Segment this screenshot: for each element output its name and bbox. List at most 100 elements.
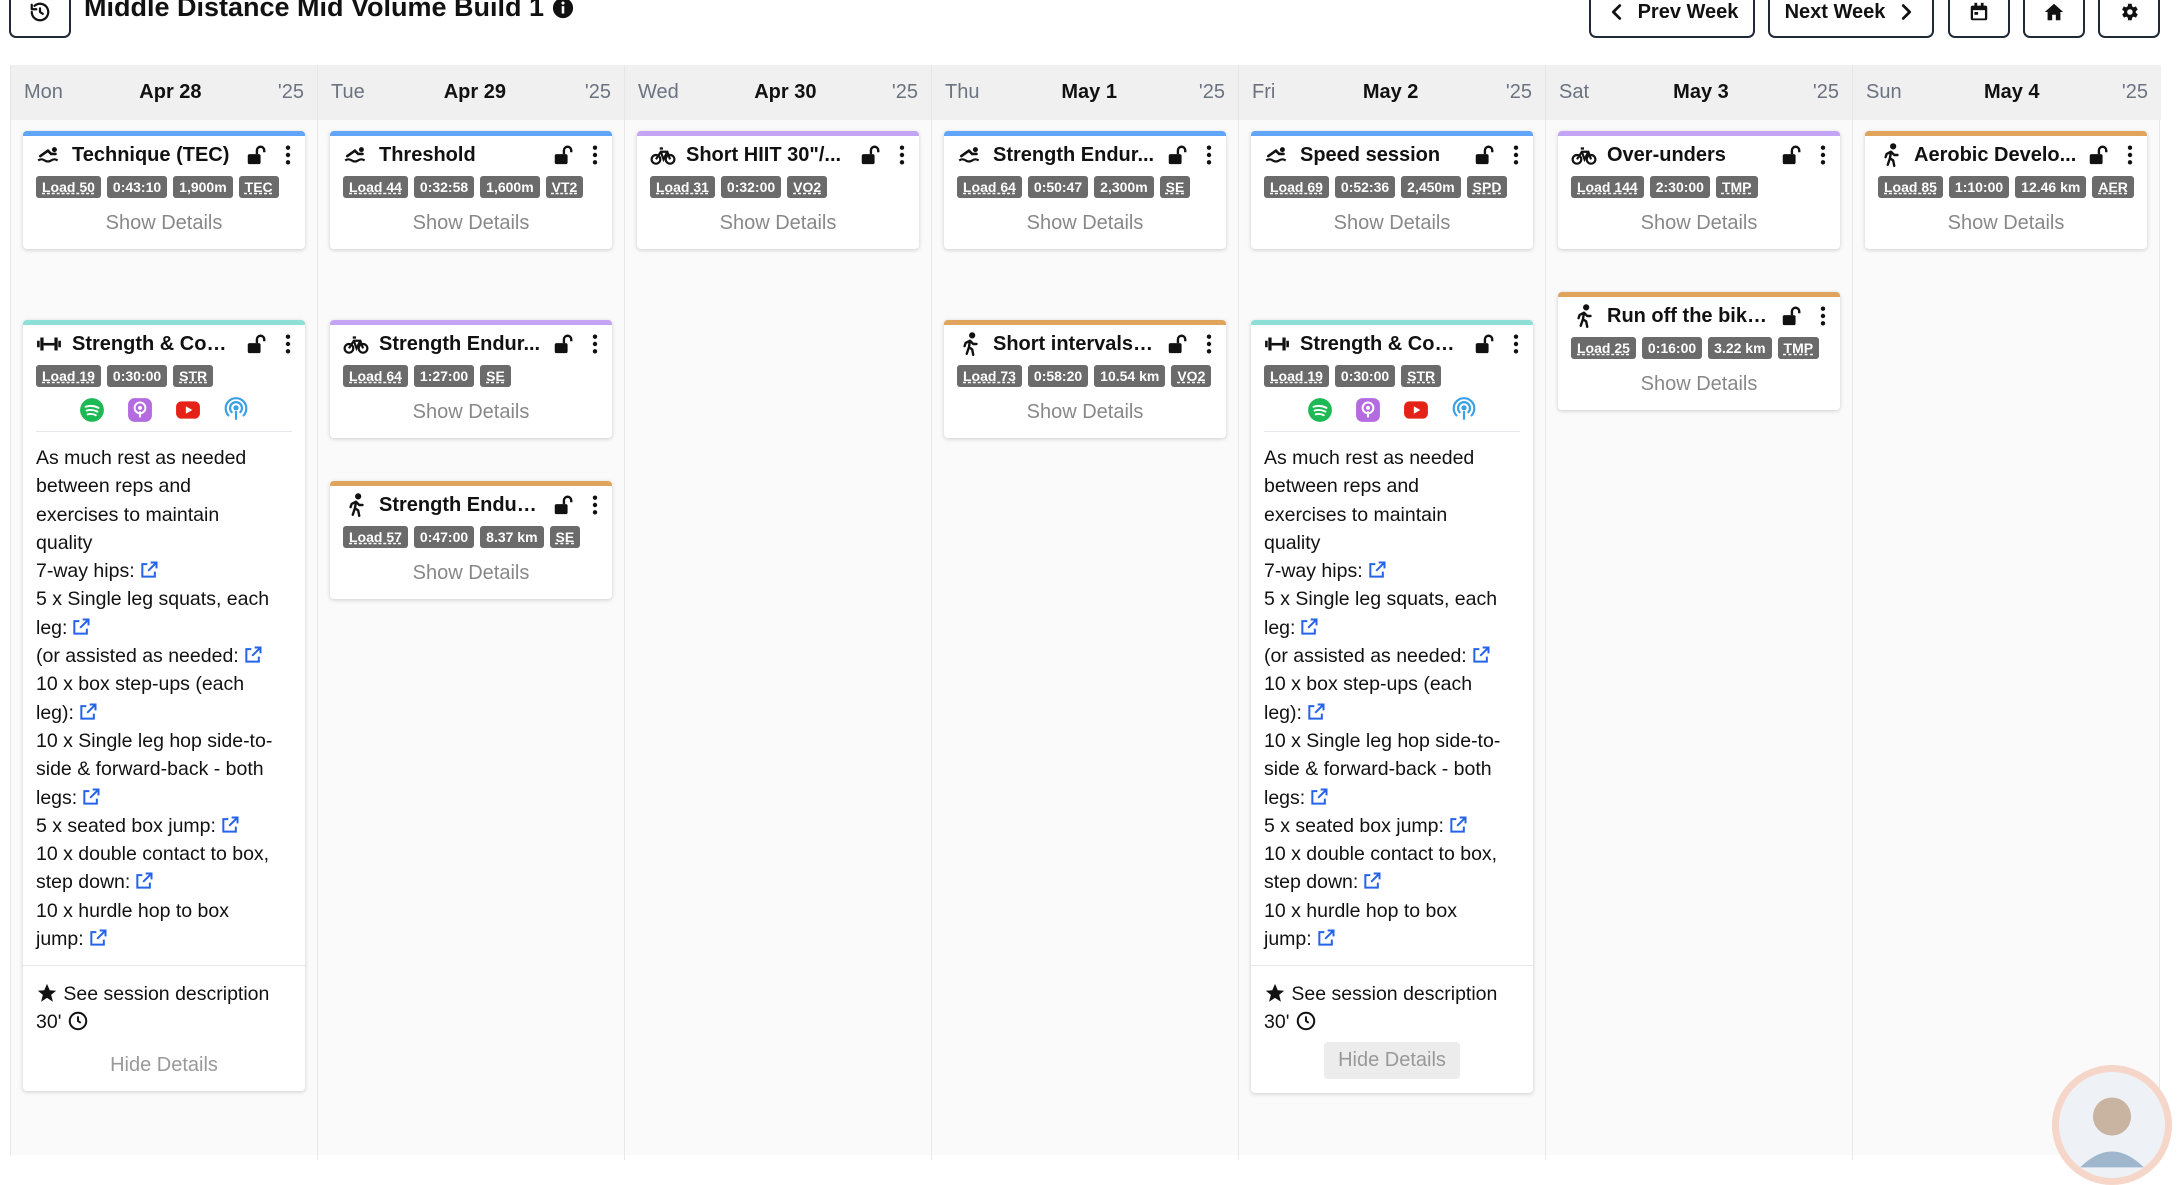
more-options-icon[interactable] — [590, 144, 600, 166]
external-link-icon[interactable] — [1471, 645, 1491, 665]
podcasts-icon[interactable] — [127, 397, 153, 423]
workout-card[interactable]: Strength Endura... Load 57 0:47:00 8.37 … — [330, 481, 612, 599]
see-description-label: See session description — [63, 983, 270, 1006]
unlock-icon[interactable] — [1473, 333, 1495, 355]
show-details-button[interactable]: Show Details — [330, 198, 612, 249]
info-icon[interactable] — [552, 0, 574, 19]
broadcast-icon[interactable] — [1451, 397, 1477, 423]
external-link-icon[interactable] — [78, 702, 98, 722]
workout-card[interactable]: Strength Endur... Load 64 1:27:00 SE Sho… — [330, 320, 612, 438]
external-link-icon[interactable] — [81, 787, 101, 807]
workout-card[interactable]: Speed session Load 69 0:52:36 2,450m SPD… — [1251, 131, 1533, 249]
more-options-icon[interactable] — [283, 333, 293, 355]
broadcast-icon[interactable] — [223, 397, 249, 423]
description-line: between reps and — [36, 475, 192, 498]
spotify-icon[interactable] — [79, 397, 105, 423]
home-button[interactable] — [2023, 0, 2085, 38]
more-options-icon[interactable] — [897, 144, 907, 166]
show-details-button[interactable]: Show Details — [944, 387, 1226, 438]
next-week-button[interactable]: Next Week — [1768, 0, 1934, 38]
prev-week-button[interactable]: Prev Week — [1589, 0, 1755, 38]
show-details-button[interactable]: Show Details — [23, 198, 305, 249]
external-link-icon[interactable] — [1316, 928, 1336, 948]
unlock-icon[interactable] — [859, 144, 881, 166]
unlock-icon[interactable] — [552, 494, 574, 516]
more-options-icon[interactable] — [1204, 144, 1214, 166]
unlock-icon[interactable] — [1473, 144, 1495, 166]
day-header-sun: Sun May 4 '25 — [1853, 65, 2161, 120]
more-options-icon[interactable] — [2125, 144, 2135, 166]
day-year: '25 — [1812, 81, 1839, 103]
external-link-icon[interactable] — [1299, 617, 1319, 637]
workout-card[interactable]: Strength & Con... Load 19 0:30:00 STR As… — [1251, 320, 1533, 1094]
show-details-button[interactable]: Show Details — [1251, 198, 1533, 249]
external-link-icon[interactable] — [1306, 702, 1326, 722]
more-options-icon[interactable] — [1818, 144, 1828, 166]
workout-card[interactable]: Strength & Con... Load 19 0:30:00 STR As… — [23, 320, 305, 1092]
workout-card[interactable]: Threshold Load 44 0:32:58 1,600m VT2 Sho… — [330, 131, 612, 249]
workout-card[interactable]: Short HIIT 30"/... Load 31 0:32:00 VO2 S… — [637, 131, 919, 249]
more-options-icon[interactable] — [283, 144, 293, 166]
external-link-icon[interactable] — [1309, 787, 1329, 807]
session-footer: See session description 30' — [23, 965, 305, 1036]
unlock-icon[interactable] — [245, 333, 267, 355]
spotify-icon[interactable] — [1307, 397, 1333, 423]
home-icon — [2044, 3, 2064, 21]
show-details-button[interactable]: Show Details — [637, 198, 919, 249]
description-line: step down: — [36, 871, 131, 894]
unlock-icon[interactable] — [552, 144, 574, 166]
show-details-button[interactable]: Show Details — [1865, 198, 2147, 249]
external-link-icon[interactable] — [243, 645, 263, 665]
hide-details-button[interactable]: Hide Details — [23, 1036, 305, 1091]
more-options-icon[interactable] — [1818, 305, 1828, 327]
more-options-icon[interactable] — [1204, 333, 1214, 355]
clock-icon — [68, 1012, 88, 1031]
show-details-button[interactable]: Show Details — [330, 548, 612, 599]
more-options-icon[interactable] — [590, 494, 600, 516]
external-link-icon[interactable] — [139, 560, 159, 580]
coach-avatar[interactable] — [2052, 1065, 2172, 1185]
external-link-icon[interactable] — [134, 871, 154, 891]
show-details-button[interactable]: Show Details — [944, 198, 1226, 249]
external-link-icon[interactable] — [88, 928, 108, 948]
calendar-button[interactable] — [1948, 0, 2010, 38]
unlock-icon[interactable] — [552, 333, 574, 355]
unlock-icon[interactable] — [1780, 144, 1802, 166]
workout-card[interactable]: Run off the bike ... Load 25 0:16:00 3.2… — [1558, 292, 1840, 410]
history-button[interactable] — [9, 0, 71, 38]
external-link-icon[interactable] — [71, 617, 91, 637]
unlock-icon[interactable] — [1780, 305, 1802, 327]
see-description-label: See session description — [1291, 983, 1498, 1006]
zone-badge: TMP — [1777, 337, 1820, 359]
show-details-button[interactable]: Show Details — [1558, 198, 1840, 249]
youtube-icon[interactable] — [175, 397, 201, 423]
unlock-icon[interactable] — [1166, 144, 1188, 166]
unlock-icon[interactable] — [2087, 144, 2109, 166]
external-link-icon[interactable] — [1367, 560, 1387, 580]
external-link-icon[interactable] — [1448, 815, 1468, 835]
settings-button[interactable] — [2098, 0, 2160, 38]
workout-card[interactable]: Strength Endur... Load 64 0:50:47 2,300m… — [944, 131, 1226, 249]
podcasts-icon[interactable] — [1355, 397, 1381, 423]
show-details-button[interactable]: Show Details — [1558, 359, 1840, 410]
more-options-icon[interactable] — [1511, 144, 1521, 166]
workout-card[interactable]: Short intervals -... Load 73 0:58:20 10.… — [944, 320, 1226, 438]
unlock-icon[interactable] — [245, 144, 267, 166]
description-line: 10 x Single leg hop side-to- — [1264, 729, 1501, 752]
external-link-icon[interactable] — [220, 815, 240, 835]
external-link-icon[interactable] — [1362, 871, 1382, 891]
more-options-icon[interactable] — [1511, 333, 1521, 355]
more-options-icon[interactable] — [590, 333, 600, 355]
workout-card[interactable]: Aerobic Develo... Load 85 1:10:00 12.46 … — [1865, 131, 2147, 249]
duration-badge: 0:32:00 — [720, 176, 782, 198]
day-header-thu: Thu May 1 '25 — [932, 65, 1239, 120]
unlock-icon[interactable] — [1166, 333, 1188, 355]
hide-details-button[interactable]: Hide Details — [1324, 1042, 1460, 1080]
day-column-sun: Aerobic Develo... Load 85 1:10:00 12.46 … — [1853, 120, 2161, 1160]
workout-card[interactable]: Over-unders Load 144 2:30:00 TMP Show De… — [1558, 131, 1840, 249]
duration-badge: 0:43:10 — [106, 176, 168, 198]
youtube-icon[interactable] — [1403, 397, 1429, 423]
zone-badge: VT2 — [545, 176, 584, 198]
workout-card[interactable]: Technique (TEC) Load 50 0:43:10 1,900m T… — [23, 131, 305, 249]
show-details-button[interactable]: Show Details — [330, 387, 612, 438]
